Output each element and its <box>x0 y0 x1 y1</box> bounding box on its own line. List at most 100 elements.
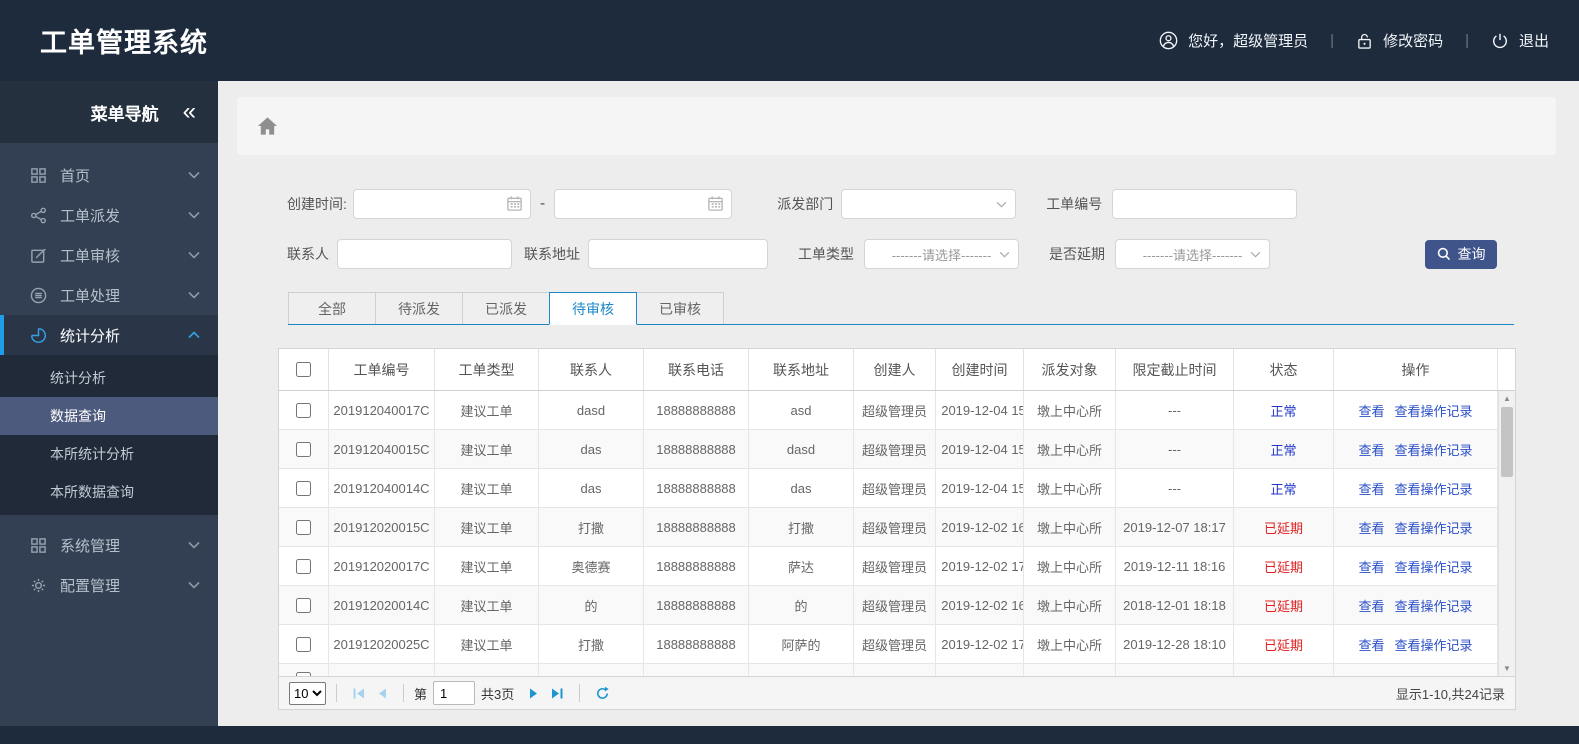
actions-cell: 查看 查看操作记录 <box>1334 391 1498 429</box>
table-scrollbar[interactable]: ▲ ▼ <box>1498 391 1515 676</box>
next-page-icon[interactable] <box>528 687 540 700</box>
sidebar-header: 菜单导航 « <box>0 81 218 143</box>
address-input[interactable] <box>588 239 768 269</box>
tab-all[interactable]: 全部 <box>288 292 376 324</box>
view-link[interactable]: 查看 <box>1358 518 1384 537</box>
delay-select[interactable]: -------请选择------- <box>1115 239 1270 269</box>
chevron-down-icon <box>188 171 200 179</box>
creator-cell: 超级管理员 <box>854 508 936 546</box>
pager-divider <box>579 684 581 702</box>
sidebar-subitem-local-data-query[interactable]: 本所数据查询 <box>0 473 218 511</box>
last-page-icon[interactable] <box>550 687 564 700</box>
start-date-input[interactable] <box>352 189 531 219</box>
home-icon[interactable] <box>257 116 278 136</box>
sidebar-subitem-data-query[interactable]: 数据查询 <box>0 397 218 435</box>
column-header: 限定截止时间 <box>1116 349 1234 390</box>
prev-page-icon[interactable] <box>376 687 388 700</box>
grid-icon <box>28 167 48 184</box>
view-link[interactable]: 查看 <box>1358 596 1384 615</box>
sidebar-item-label: 工单处理 <box>60 287 121 305</box>
change-password-link[interactable]: 修改密码 <box>1356 30 1443 51</box>
view-log-link[interactable]: 查看操作记录 <box>1395 401 1473 420</box>
sidebar-subitem-statistics[interactable]: 统计分析 <box>0 359 218 397</box>
first-page-icon[interactable] <box>352 687 366 700</box>
footer-strip <box>0 726 1579 744</box>
scroll-thumb[interactable] <box>1501 407 1513 477</box>
user-greeting[interactable]: 您好，超级管理员 <box>1159 30 1308 51</box>
row-checkbox[interactable] <box>296 441 311 457</box>
view-link[interactable]: 查看 <box>1358 401 1384 420</box>
view-link[interactable]: 查看 <box>1358 557 1384 576</box>
view-log-link[interactable]: 查看操作记录 <box>1395 596 1473 615</box>
page-size-select[interactable]: 10 <box>289 681 326 705</box>
checkbox-cell <box>279 586 329 624</box>
page-prefix: 第 <box>414 686 428 702</box>
contact-label: 联系人 <box>287 246 329 262</box>
scroll-down-arrow[interactable]: ▼ <box>1499 661 1515 676</box>
sub-item-label: 本所统计分析 <box>50 446 134 462</box>
checkbox-cell <box>279 430 329 468</box>
view-log-link[interactable]: 查看操作记录 <box>1395 440 1473 459</box>
creation-time-label: 创建时间: <box>287 196 347 212</box>
logout-link[interactable]: 退出 <box>1491 30 1549 51</box>
view-log-link[interactable]: 查看操作记录 <box>1395 557 1473 576</box>
record-info: 显示1-10,共24记录 <box>1395 686 1505 702</box>
row-checkbox[interactable] <box>296 480 311 496</box>
order-type-select[interactable]: -------请选择------- <box>864 239 1019 269</box>
end-date-input[interactable] <box>554 189 733 219</box>
sidebar-subitem-local-statistics[interactable]: 本所统计分析 <box>0 435 218 473</box>
page-input[interactable] <box>433 681 476 705</box>
calendar-icon[interactable] <box>506 195 523 217</box>
dispatch-dept-select[interactable] <box>841 189 1017 219</box>
sidebar-item-process[interactable]: 工单处理 <box>0 275 218 315</box>
row-checkbox[interactable] <box>296 597 311 613</box>
table-row: 201912020014C 建议工单的 18888888888 的超级管理员 2019-… <box>279 586 1515 625</box>
calendar-icon[interactable] <box>707 195 724 217</box>
view-link[interactable]: 查看 <box>1358 635 1384 654</box>
sidebar-item-review[interactable]: 工单审核 <box>0 235 218 275</box>
tab-pending-review[interactable]: 待审核 <box>549 292 637 325</box>
select-all-checkbox[interactable] <box>296 362 311 377</box>
sidebar-item-statistics[interactable]: 统计分析 <box>0 315 218 355</box>
table-row: 201912040017C 建议工单 dasd 18888888888 asd 超级管理员… <box>279 391 1515 430</box>
column-header: 创建时间 <box>936 349 1024 390</box>
delay-label: 是否延期 <box>1049 246 1105 262</box>
view-link[interactable]: 查看 <box>1358 479 1384 498</box>
status-tabs: 全部 待派发 已派发 待审核 已审核 <box>288 292 1514 325</box>
row-checkbox[interactable] <box>296 519 311 535</box>
column-header: 联系地址 <box>749 349 854 390</box>
row-checkbox[interactable] <box>296 636 311 652</box>
tab-reviewed[interactable]: 已审核 <box>636 292 724 324</box>
status-cell: 正常 <box>1234 391 1334 429</box>
sidebar-item-config[interactable]: 配置管理 <box>0 565 218 605</box>
sidebar-item-dispatch[interactable]: 工单派发 <box>0 195 218 235</box>
view-log-link[interactable]: 查看操作记录 <box>1395 479 1473 498</box>
view-link[interactable]: 查看 <box>1358 440 1384 459</box>
status-cell: 已延期 <box>1234 625 1334 663</box>
tab-dispatched[interactable]: 已派发 <box>462 292 550 324</box>
logout-label: 退出 <box>1518 33 1549 50</box>
row-checkbox[interactable] <box>296 402 311 418</box>
phone-cell: 18888888888 <box>644 547 749 585</box>
search-button[interactable]: 查询 <box>1425 239 1497 269</box>
tab-pending-dispatch[interactable]: 待派发 <box>375 292 463 324</box>
order-no-label: 工单编号 <box>1046 196 1103 212</box>
refresh-icon[interactable] <box>595 686 610 701</box>
actions-cell: 查看 查看操作记录 <box>1334 469 1498 507</box>
deadline-cell: --- <box>1116 391 1234 429</box>
sub-item-label: 数据查询 <box>50 408 106 424</box>
collapse-sidebar-button[interactable]: « <box>183 100 196 124</box>
view-log-link[interactable]: 查看操作记录 <box>1395 518 1473 537</box>
row-checkbox[interactable] <box>296 672 311 676</box>
column-header: 操作 <box>1334 349 1498 390</box>
order-no-input[interactable] <box>1112 189 1298 219</box>
contact-input[interactable] <box>337 239 512 269</box>
sidebar-item-home[interactable]: 首页 <box>0 155 218 195</box>
actions-cell: 查看 查看操作记录 <box>1334 547 1498 585</box>
view-log-link[interactable]: 查看操作记录 <box>1395 635 1473 654</box>
sidebar-item-system[interactable]: 系统管理 <box>0 525 218 565</box>
chevron-down-icon <box>188 211 200 219</box>
scroll-up-arrow[interactable]: ▲ <box>1499 391 1515 406</box>
row-checkbox[interactable] <box>296 558 311 574</box>
chevron-down-icon <box>188 581 200 589</box>
